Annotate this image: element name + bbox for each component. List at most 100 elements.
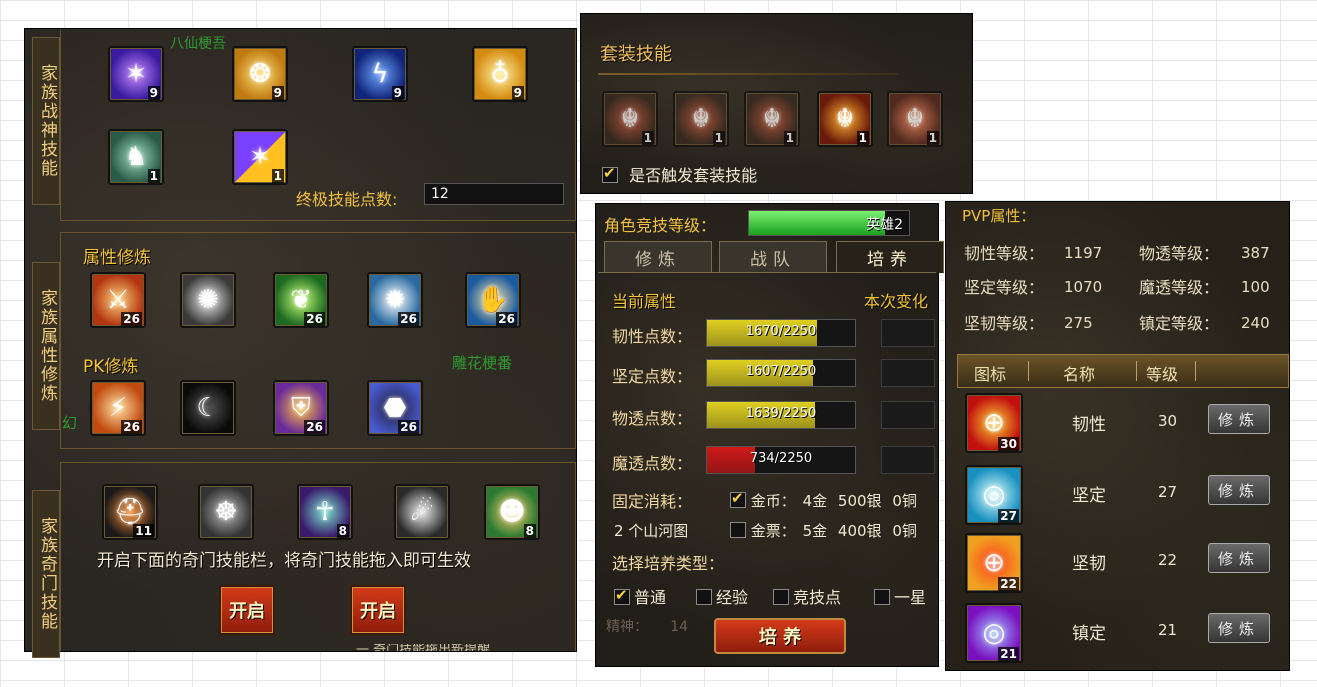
skill-slot-3[interactable]: ϟ 9 xyxy=(352,46,408,102)
set-skill-slot-3[interactable]: ☬ 1 xyxy=(744,91,800,147)
overlay-name-label: 八仙梗吾 xyxy=(170,36,226,52)
checkbox-icon[interactable] xyxy=(730,522,746,538)
skill-slot-4[interactable]: ♁ 9 xyxy=(472,46,528,102)
cost-ticket-row[interactable]: 金票： 5金 400银 0铜 xyxy=(730,520,917,541)
skill-slot-6[interactable]: ✶ 1 xyxy=(232,129,288,185)
stat-bar-value: 1670/2250 xyxy=(745,324,817,339)
skill-slot-1[interactable]: ✶ 9 xyxy=(108,46,164,102)
stat-label-phys-pen: 物透点数： xyxy=(612,409,693,428)
ultimate-points-label: 终极技能点数: xyxy=(296,190,398,209)
open-qimen-slot-1-button[interactable]: 开启 xyxy=(219,585,275,635)
type-label: 一星 xyxy=(894,588,927,607)
skill-level-badge: 21 xyxy=(998,647,1019,661)
stat-bar-value: 1639/2250 xyxy=(745,406,817,421)
tab-family-war-skills[interactable]: 家族战神技能 xyxy=(32,37,60,205)
pvp-attr-label: 坚韧等级： xyxy=(964,314,1045,333)
train-composure-button[interactable]: 修炼 xyxy=(1208,613,1270,643)
skill-level-badge: 22 xyxy=(998,577,1019,591)
pvp-attr-label: 镇定等级： xyxy=(1139,314,1220,333)
set-skill-slot-2[interactable]: ☬ 1 xyxy=(673,91,729,147)
attr-training-title: 属性修炼 xyxy=(83,248,151,268)
open-qimen-slot-2-button[interactable]: 开启 xyxy=(350,585,406,635)
stat-bar-magic-pen: 734/2250 xyxy=(706,446,856,474)
type-label: 经验 xyxy=(716,588,749,607)
qimen-skill-5[interactable]: ☻ 8 xyxy=(484,484,540,540)
checkbox-icon[interactable] xyxy=(602,164,618,183)
ticket-gold-value: 5金 xyxy=(802,522,828,540)
pk-training-title: PK修炼 xyxy=(83,357,139,377)
stat-change-toughness xyxy=(881,319,935,347)
stat-change-phys-pen xyxy=(881,401,935,429)
set-skill-slot-4[interactable]: ☬ 1 xyxy=(817,91,873,147)
cost-gold-row[interactable]: 金币： 4金 500银 0铜 xyxy=(730,489,917,511)
attr-skill-1[interactable]: ⚔ 26 xyxy=(90,272,146,328)
pk-skill-1[interactable]: ⚡ 26 xyxy=(90,380,146,436)
type-onestar-option[interactable]: 一星 xyxy=(874,584,926,608)
set-skill-slot-1[interactable]: ☬ 1 xyxy=(602,91,658,147)
pvp-icon-resilience: ⊕ 22 xyxy=(965,533,1023,593)
stat-bar-phys-pen: 1639/2250 xyxy=(706,401,856,429)
attr-skill-2[interactable]: ✺ xyxy=(180,272,236,328)
tab-team[interactable]: 战队 xyxy=(719,241,827,273)
skill-level-badge: 9 xyxy=(271,86,284,100)
pk-skill-3[interactable]: ⛨ 26 xyxy=(273,380,329,436)
skill-level-badge: 26 xyxy=(496,312,517,326)
checkbox-icon[interactable] xyxy=(874,589,890,605)
header-level: 等级 xyxy=(1146,365,1179,384)
cost-ticket-label: 金票： xyxy=(750,522,796,540)
train-toughness-button[interactable]: 修炼 xyxy=(1208,404,1270,434)
pvp-row-level: 27 xyxy=(1158,483,1178,501)
checkbox-icon[interactable] xyxy=(730,489,746,508)
checkbox-icon[interactable] xyxy=(773,589,789,605)
crescent-moon-icon: ☾ xyxy=(196,393,220,423)
qimen-skill-1[interactable]: ⛑ 11 xyxy=(102,484,158,540)
ticket-silver-value: 400银 xyxy=(837,522,882,540)
qimen-skill-4[interactable]: ☄ xyxy=(394,484,450,540)
skill-level-badge: 1 xyxy=(856,131,869,145)
tab-family-qimen-skills[interactable]: 家族奇门技能 xyxy=(32,490,60,658)
checkbox-icon[interactable] xyxy=(696,589,712,605)
type-label: 普通 xyxy=(634,588,667,607)
skill-level-badge: 26 xyxy=(304,420,325,434)
tab-family-attr-training[interactable]: 家族属性修炼 xyxy=(32,262,60,430)
stat-bar-toughness: 1670/2250 xyxy=(706,319,856,347)
header-divider xyxy=(1195,361,1196,381)
qimen-skill-3[interactable]: ☥ 8 xyxy=(297,484,353,540)
cultivate-button[interactable]: 培 养 xyxy=(714,618,846,654)
stat-bar-firmness: 1607/2250 xyxy=(706,359,856,387)
type-label: 竞技点 xyxy=(793,588,842,607)
pvp-attr-value: 1070 xyxy=(1064,278,1103,296)
tab-train[interactable]: 修炼 xyxy=(604,241,712,273)
type-arena-option[interactable]: 竞技点 xyxy=(773,584,841,608)
skill-level-badge: 8 xyxy=(523,524,536,538)
tab-cultivate[interactable]: 培养 xyxy=(836,241,944,273)
pvp-attr-label: 物透等级： xyxy=(1139,244,1220,263)
train-firmness-button[interactable]: 修炼 xyxy=(1208,475,1270,505)
pk-skill-4[interactable]: ⬣ 26 xyxy=(367,380,423,436)
arena-level-label: 角色竞技等级： xyxy=(604,216,717,235)
pvp-attr-label: 魔透等级： xyxy=(1139,278,1220,297)
attr-skill-4[interactable]: ✹ 26 xyxy=(367,272,423,328)
claw-icon: ☄ xyxy=(410,497,434,527)
set-skill-slot-5[interactable]: ☬ 1 xyxy=(887,91,943,147)
skill-slot-5[interactable]: ♞ 1 xyxy=(108,129,164,185)
header-name: 名称 xyxy=(1063,365,1096,384)
pvp-attr-label: 韧性等级： xyxy=(964,244,1045,263)
pvp-row-level: 22 xyxy=(1158,551,1178,569)
header-divider xyxy=(1028,361,1029,381)
qimen-skill-2[interactable]: ☸ xyxy=(198,484,254,540)
set-skill-trigger-checkbox[interactable]: 是否触发套装技能 xyxy=(602,162,757,186)
train-resilience-button[interactable]: 修炼 xyxy=(1208,543,1270,573)
attr-skill-3[interactable]: ❦ 26 xyxy=(273,272,329,328)
type-exp-option[interactable]: 经验 xyxy=(696,584,748,608)
stone-beast-icon: ☸ xyxy=(214,497,238,527)
stat-label-magic-pen: 魔透点数： xyxy=(612,454,693,473)
stat-bar-value: 734/2250 xyxy=(749,451,813,466)
ticket-copper-value: 0铜 xyxy=(892,522,917,540)
pk-skill-2[interactable]: ☾ xyxy=(180,380,236,436)
checkbox-icon[interactable] xyxy=(614,586,630,605)
type-normal-option[interactable]: 普通 xyxy=(614,584,666,608)
attr-skill-5[interactable]: ✋ 26 xyxy=(465,272,521,328)
skill-slot-2[interactable]: ❂ 9 xyxy=(232,46,288,102)
skill-level-badge: 26 xyxy=(304,312,325,326)
